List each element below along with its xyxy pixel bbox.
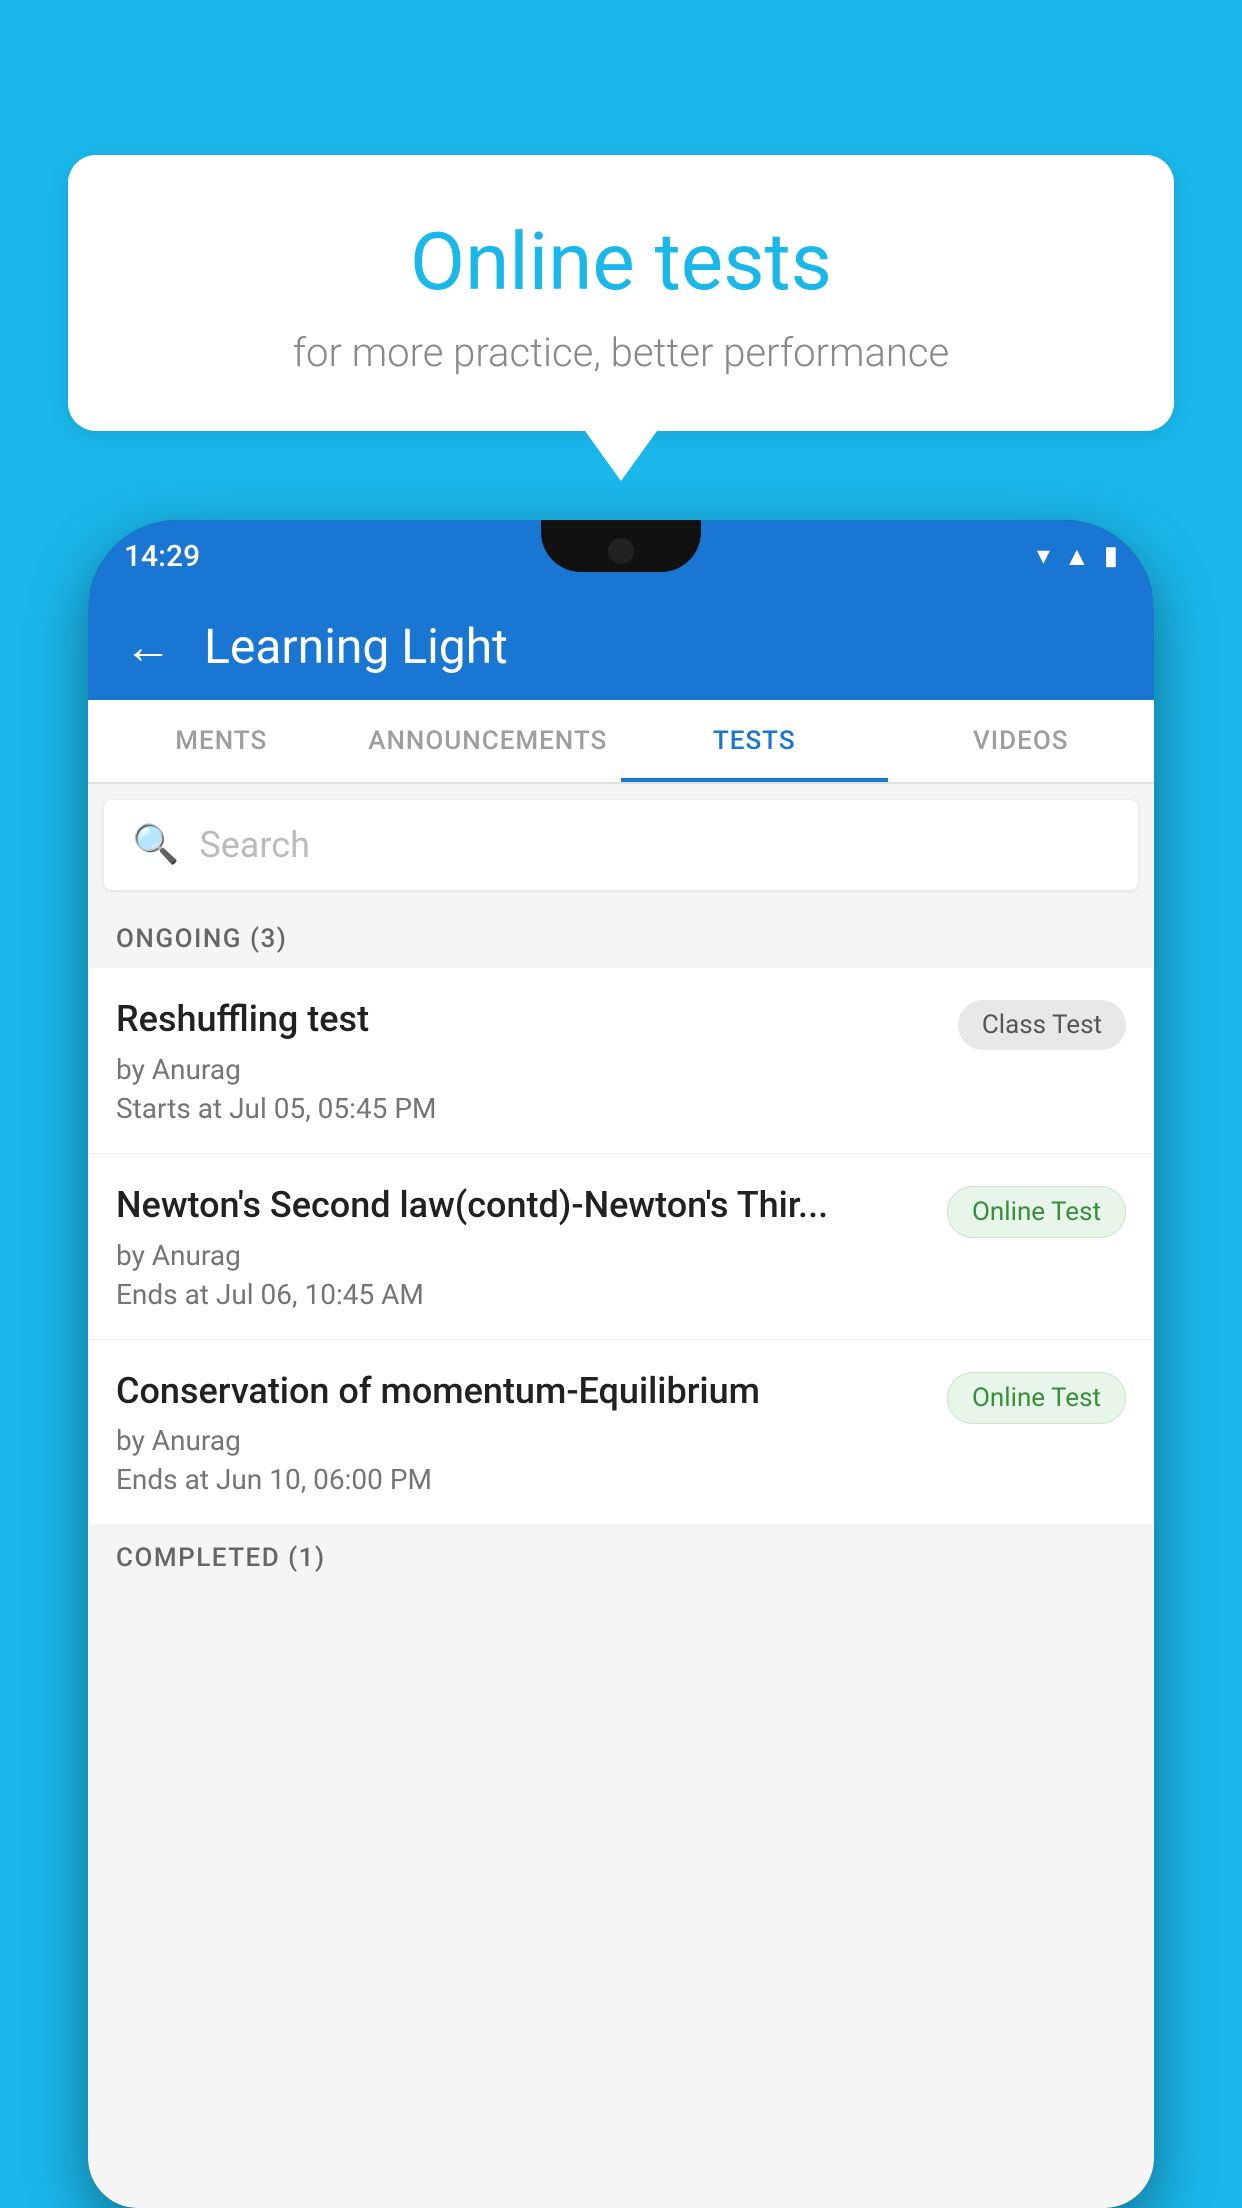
phone-frame: 14:29 ▾ ▲ ▮ ← Learning Light MENTS ANNOU… bbox=[88, 520, 1154, 2208]
completed-section-header: COMPLETED (1) bbox=[88, 1525, 1154, 1587]
phone-inner: ← Learning Light MENTS ANNOUNCEMENTS TES… bbox=[88, 592, 1154, 2208]
test-author-2: by Anurag bbox=[116, 1239, 927, 1272]
search-icon: 🔍 bbox=[132, 823, 179, 867]
test-date-1: Starts at Jul 05, 05:45 PM bbox=[116, 1092, 938, 1125]
test-date-3: Ends at Jun 10, 06:00 PM bbox=[116, 1463, 927, 1496]
wifi-icon: ▾ bbox=[1037, 541, 1050, 571]
ongoing-section-header: ONGOING (3) bbox=[88, 906, 1154, 968]
test-info-2: Newton's Second law(contd)-Newton's Thir… bbox=[116, 1182, 927, 1311]
test-author-1: by Anurag bbox=[116, 1053, 938, 1086]
test-item-1[interactable]: Reshuffling test by Anurag Starts at Jul… bbox=[88, 968, 1154, 1154]
test-list: Reshuffling test by Anurag Starts at Jul… bbox=[88, 968, 1154, 1525]
test-name-3: Conservation of momentum-Equilibrium bbox=[116, 1368, 927, 1415]
camera-notch bbox=[608, 538, 634, 564]
test-info-3: Conservation of momentum-Equilibrium by … bbox=[116, 1368, 927, 1497]
test-item-2[interactable]: Newton's Second law(contd)-Newton's Thir… bbox=[88, 1154, 1154, 1340]
app-bar-title: Learning Light bbox=[204, 618, 508, 675]
app-bar: ← Learning Light bbox=[88, 592, 1154, 700]
status-bar: 14:29 ▾ ▲ ▮ bbox=[88, 520, 1154, 592]
tab-ments[interactable]: MENTS bbox=[88, 700, 355, 782]
test-author-3: by Anurag bbox=[116, 1424, 927, 1457]
status-time: 14:29 bbox=[124, 539, 200, 574]
speech-bubble-title: Online tests bbox=[128, 215, 1114, 309]
test-badge-2: Online Test bbox=[947, 1186, 1126, 1238]
test-badge-3: Online Test bbox=[947, 1372, 1126, 1424]
test-item-3[interactable]: Conservation of momentum-Equilibrium by … bbox=[88, 1340, 1154, 1526]
test-name-1: Reshuffling test bbox=[116, 996, 938, 1043]
test-date-2: Ends at Jul 06, 10:45 AM bbox=[116, 1278, 927, 1311]
speech-bubble-subtitle: for more practice, better performance bbox=[128, 329, 1114, 376]
speech-bubble: Online tests for more practice, better p… bbox=[68, 155, 1174, 431]
tab-videos[interactable]: VIDEOS bbox=[888, 700, 1155, 782]
speech-bubble-arrow bbox=[585, 431, 657, 481]
tab-announcements[interactable]: ANNOUNCEMENTS bbox=[355, 700, 622, 782]
test-badge-1: Class Test bbox=[958, 1000, 1126, 1050]
signal-icon: ▲ bbox=[1064, 541, 1090, 572]
status-icons: ▾ ▲ ▮ bbox=[1037, 541, 1118, 572]
phone-content: 🔍 Search ONGOING (3) Reshuffling test by… bbox=[88, 784, 1154, 2208]
search-input[interactable]: Search bbox=[199, 824, 310, 866]
test-info-1: Reshuffling test by Anurag Starts at Jul… bbox=[116, 996, 938, 1125]
search-bar[interactable]: 🔍 Search bbox=[104, 800, 1138, 890]
test-name-2: Newton's Second law(contd)-Newton's Thir… bbox=[116, 1182, 927, 1229]
battery-icon: ▮ bbox=[1104, 541, 1118, 571]
back-button[interactable]: ← bbox=[124, 618, 172, 675]
tab-tests[interactable]: TESTS bbox=[621, 700, 888, 782]
speech-bubble-container: Online tests for more practice, better p… bbox=[68, 155, 1174, 481]
tabs-bar: MENTS ANNOUNCEMENTS TESTS VIDEOS bbox=[88, 700, 1154, 784]
